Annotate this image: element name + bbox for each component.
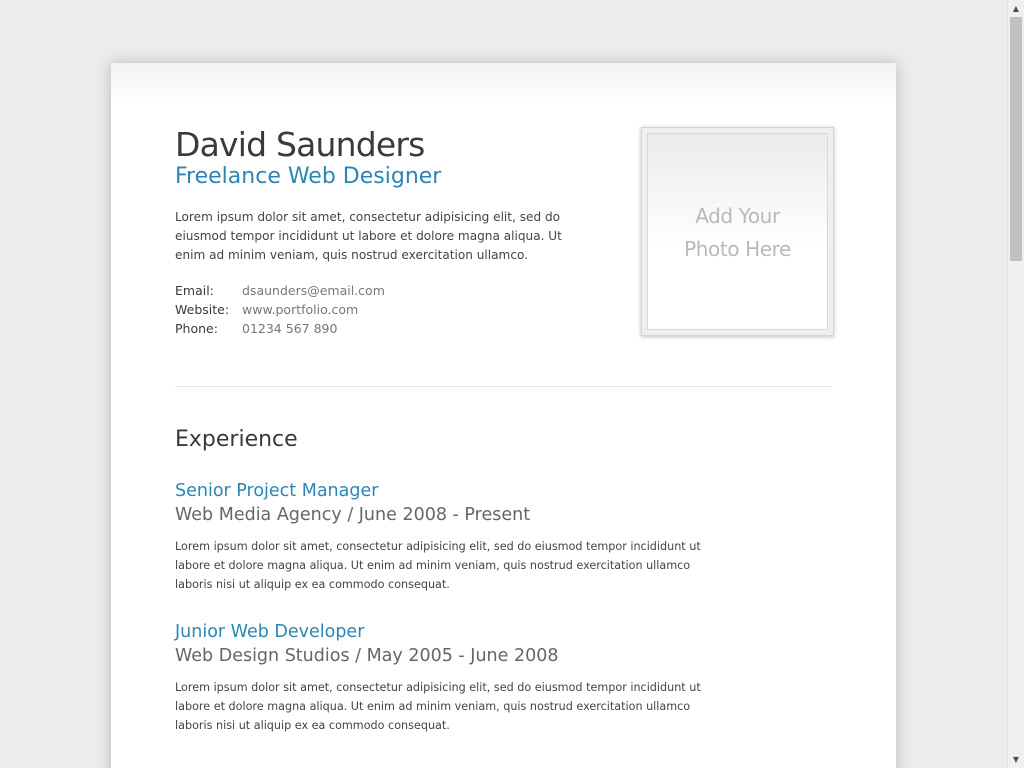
experience-entry: Junior Web Developer Web Design Studios … <box>175 620 715 735</box>
job-description: Lorem ipsum dolor sit amet, consectetur … <box>175 681 701 732</box>
contact-details: Email: dsaunders@email.com Website: www.… <box>175 281 385 338</box>
job-company-dates: Web Media Agency / June 2008 - Present <box>175 505 531 525</box>
photo-placeholder-text: Add Your Photo Here <box>648 200 827 266</box>
job-company-dates: Web Design Studios / May 2005 - June 200… <box>175 646 559 666</box>
phone-value: 01234 567 890 <box>242 321 338 336</box>
photo-placeholder-line-1: Add Your <box>695 204 780 228</box>
intro-paragraph: Lorem ipsum dolor sit amet, consectetur … <box>175 210 562 262</box>
photo-placeholder-line-2: Photo Here <box>684 237 791 261</box>
photo-placeholder: Add Your Photo Here <box>641 127 834 336</box>
photo-placeholder-inner: Add Your Photo Here <box>647 133 828 330</box>
email-value: dsaunders@email.com <box>242 283 385 298</box>
vertical-scrollbar[interactable]: ▲ ▼ <box>1007 0 1024 768</box>
job-role: Senior Project Manager <box>175 481 379 501</box>
contact-row-phone: Phone: 01234 567 890 <box>175 319 385 338</box>
contact-row-email: Email: dsaunders@email.com <box>175 281 385 300</box>
person-name: David Saunders <box>175 125 425 164</box>
website-label: Website: <box>175 302 230 317</box>
job-description: Lorem ipsum dolor sit amet, consectetur … <box>175 540 701 591</box>
email-label: Email: <box>175 283 214 298</box>
phone-label: Phone: <box>175 321 218 336</box>
scroll-up-icon[interactable]: ▲ <box>1008 0 1024 17</box>
section-divider <box>175 386 832 387</box>
job-title: Freelance Web Designer <box>175 164 442 189</box>
scroll-down-icon[interactable]: ▼ <box>1008 751 1024 768</box>
contact-row-website: Website: www.portfolio.com <box>175 300 385 319</box>
website-value: www.portfolio.com <box>242 302 359 317</box>
experience-heading: Experience <box>175 427 298 452</box>
scrollbar-thumb[interactable] <box>1010 17 1022 261</box>
sheet-top-shading <box>111 63 896 103</box>
experience-entry: Senior Project Manager Web Media Agency … <box>175 479 715 594</box>
resume-sheet: David Saunders Freelance Web Designer Lo… <box>111 63 896 768</box>
browser-viewport: David Saunders Freelance Web Designer Lo… <box>0 0 1024 768</box>
job-role: Junior Web Developer <box>175 622 365 642</box>
